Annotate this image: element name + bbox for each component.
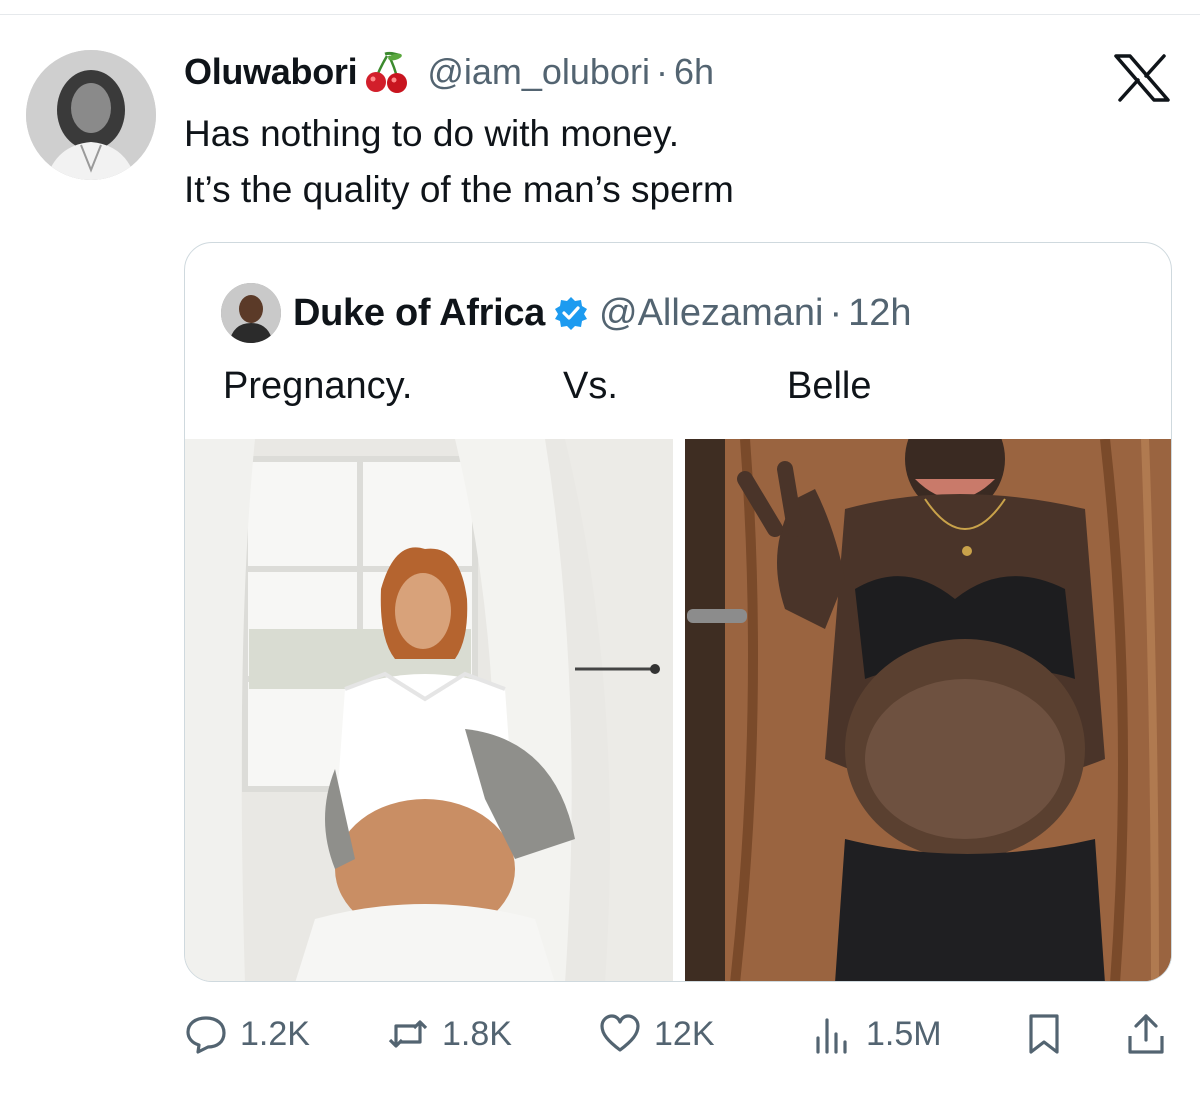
quoted-author-handle[interactable]: @Allezamani [599, 292, 823, 335]
quoted-tweet-card[interactable]: Duke of Africa @Allezamani · 12h Pregnan… [184, 242, 1172, 982]
quoted-separator-dot: · [829, 291, 843, 334]
bookmark-icon [1029, 1014, 1059, 1054]
timestamp[interactable]: 6h [674, 51, 714, 93]
like-button[interactable]: 12K [598, 1006, 715, 1062]
media-image-left[interactable] [185, 439, 673, 981]
tweet-line-2: It’s the quality of the man’s sperm [184, 169, 734, 210]
top-divider [0, 14, 1200, 15]
author-name[interactable]: Oluwabori [184, 51, 358, 93]
like-count: 12K [654, 1014, 715, 1053]
media-image-right[interactable] [685, 439, 1171, 981]
views-button[interactable]: 1.5M [810, 1006, 942, 1062]
repost-count: 1.8K [442, 1014, 512, 1053]
quoted-tweet-header: Duke of Africa @Allezamani · 12h [221, 281, 912, 345]
verified-badge-icon [555, 297, 588, 330]
repost-button[interactable]: 1.8K [386, 1006, 512, 1062]
quoted-avatar[interactable] [221, 283, 281, 343]
separator-dot: · [655, 51, 668, 92]
share-icon [1128, 1014, 1164, 1054]
quoted-caption-left: Pregnancy. [223, 365, 413, 407]
cherries-icon [361, 50, 415, 94]
reply-count: 1.2K [240, 1014, 310, 1053]
quoted-timestamp[interactable]: 12h [848, 292, 911, 335]
reply-button[interactable]: 1.2K [184, 1006, 310, 1062]
quoted-author-name[interactable]: Duke of Africa [293, 292, 545, 335]
share-button[interactable] [1124, 1006, 1168, 1062]
x-logo-icon[interactable] [1114, 54, 1170, 102]
tweet-header: Oluwabori @iam_olubori · 6h [184, 50, 714, 94]
views-icon [816, 1018, 847, 1054]
reply-icon [186, 1016, 226, 1054]
repost-icon [388, 1020, 428, 1048]
bookmark-button[interactable] [1022, 1006, 1066, 1062]
action-bar: 1.2K 1.8K 12K 1.5M [184, 1006, 1174, 1062]
quoted-caption-right: Belle [787, 365, 872, 407]
quoted-caption-middle: Vs. [563, 365, 618, 407]
tweet-text: Has nothing to do with money. It’s the q… [184, 106, 734, 218]
tweet-line-1: Has nothing to do with money. [184, 113, 679, 154]
view-count: 1.5M [866, 1014, 942, 1053]
avatar-photo [26, 50, 156, 180]
heart-icon [600, 1014, 640, 1052]
author-handle[interactable]: @iam_olubori [427, 51, 650, 93]
avatar[interactable] [26, 50, 156, 180]
